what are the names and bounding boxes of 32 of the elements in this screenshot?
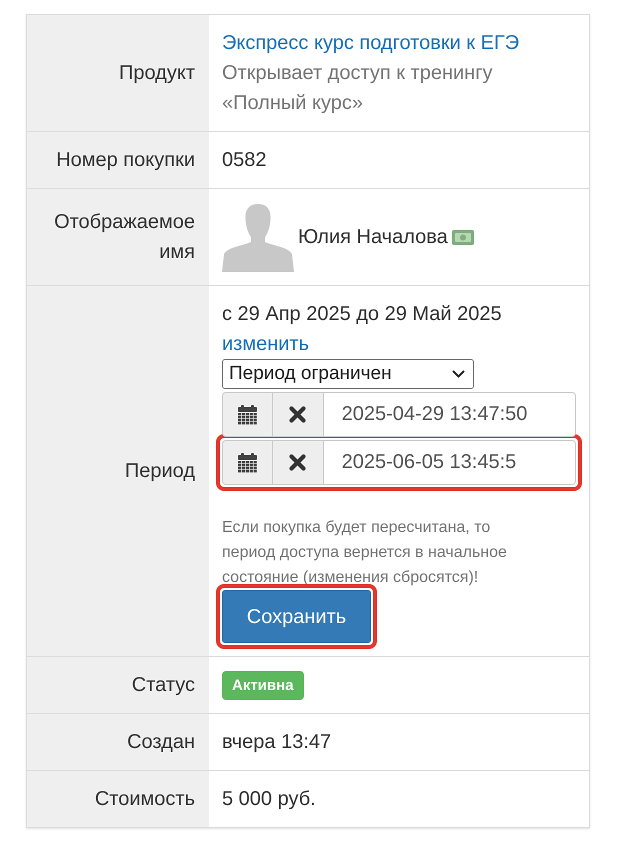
clear-button[interactable] <box>272 392 323 437</box>
calendar-icon <box>238 404 258 424</box>
chevron-down-icon <box>452 370 465 378</box>
product-link[interactable]: Экспресс курс подготовки к ЕГЭ <box>222 32 520 54</box>
status-badge: Активна <box>222 671 304 700</box>
field-label: Период <box>26 286 209 656</box>
date-input[interactable]: 2025-04-29 13:47:50 <box>322 392 576 437</box>
clear-button[interactable] <box>272 440 323 485</box>
period-note: Если покупка будет пересчитана, то период доступа вернется в начальное состояние (изменения сбросятся)! <box>222 518 508 588</box>
field-label: Статус <box>26 656 209 714</box>
field-label: Стоимость <box>26 770 209 828</box>
date-input[interactable]: 2025-06-05 13:45:5 <box>322 440 576 485</box>
field-label: Номер покупки <box>26 132 209 188</box>
field-value: 0582 <box>222 149 266 171</box>
banknote-icon <box>452 230 474 244</box>
field-value: 5 000 руб. <box>222 788 316 810</box>
close-icon <box>289 454 306 471</box>
change-link[interactable]: изменить <box>222 333 310 355</box>
close-icon <box>289 406 306 423</box>
field-label: Создан <box>26 714 209 771</box>
product-description: Открывает доступ к тренингу «Полный курс» <box>222 62 492 114</box>
user-name: Юлия Началова <box>298 225 448 250</box>
save-button[interactable]: Сохранить <box>222 590 371 643</box>
calendar-button[interactable] <box>222 440 272 485</box>
calendar-icon <box>238 452 258 472</box>
period-type-select[interactable]: Период ограничен <box>222 359 474 389</box>
calendar-button[interactable] <box>222 392 272 437</box>
user-silhouette-icon <box>222 202 294 272</box>
period-summary: с 29 Апр 2025 до 29 Май 2025 <box>222 302 503 327</box>
field-label: Продукт <box>26 14 209 132</box>
field-value: вчера 13:47 <box>222 731 332 754</box>
field-label: Отображаемое имя <box>26 188 209 286</box>
